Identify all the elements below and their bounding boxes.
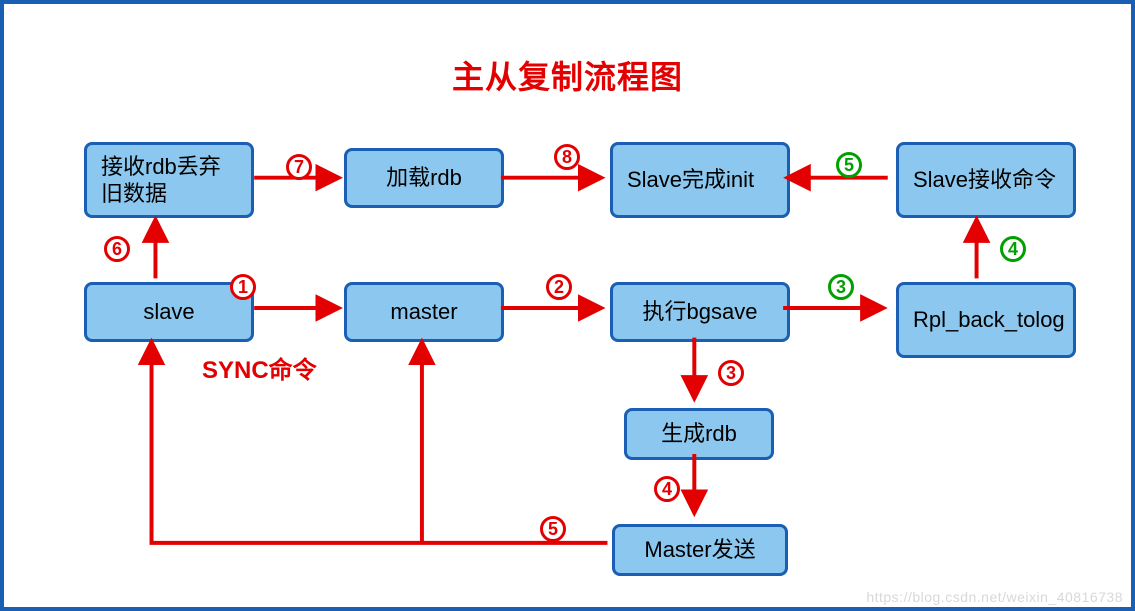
badge-3r: 3 xyxy=(718,360,744,386)
node-gen-rdb: 生成rdb xyxy=(624,408,774,460)
badge-3g: 3 xyxy=(828,274,854,300)
badge-8: 8 xyxy=(554,144,580,170)
badge-1: 1 xyxy=(230,274,256,300)
badge-7: 7 xyxy=(286,154,312,180)
badge-2: 2 xyxy=(546,274,572,300)
badge-5g: 5 xyxy=(836,152,862,178)
node-master: master xyxy=(344,282,504,342)
node-exec-bgsave: 执行bgsave xyxy=(610,282,790,342)
watermark: https://blog.csdn.net/weixin_40816738 xyxy=(866,589,1123,605)
badge-6: 6 xyxy=(104,236,130,262)
badge-5r: 5 xyxy=(540,516,566,542)
node-rpl-back: Rpl_back_tolog xyxy=(896,282,1076,358)
badge-4r: 4 xyxy=(654,476,680,502)
node-slave: slave xyxy=(84,282,254,342)
sync-label: SYNC命令 xyxy=(202,350,317,385)
node-master-send: Master发送 xyxy=(612,524,788,576)
node-recv-rdb: 接收rdb丢弃旧数据 xyxy=(84,142,254,218)
node-slave-recv: Slave接收命令 xyxy=(896,142,1076,218)
node-load-rdb: 加载rdb xyxy=(344,148,504,208)
diagram-frame: 主从复制流程图 接收rdb丢弃旧数据 加载rdb Slave完成init Sla… xyxy=(0,0,1135,611)
diagram-title: 主从复制流程图 xyxy=(4,52,1131,98)
node-slave-init: Slave完成init xyxy=(610,142,790,218)
badge-4g: 4 xyxy=(1000,236,1026,262)
